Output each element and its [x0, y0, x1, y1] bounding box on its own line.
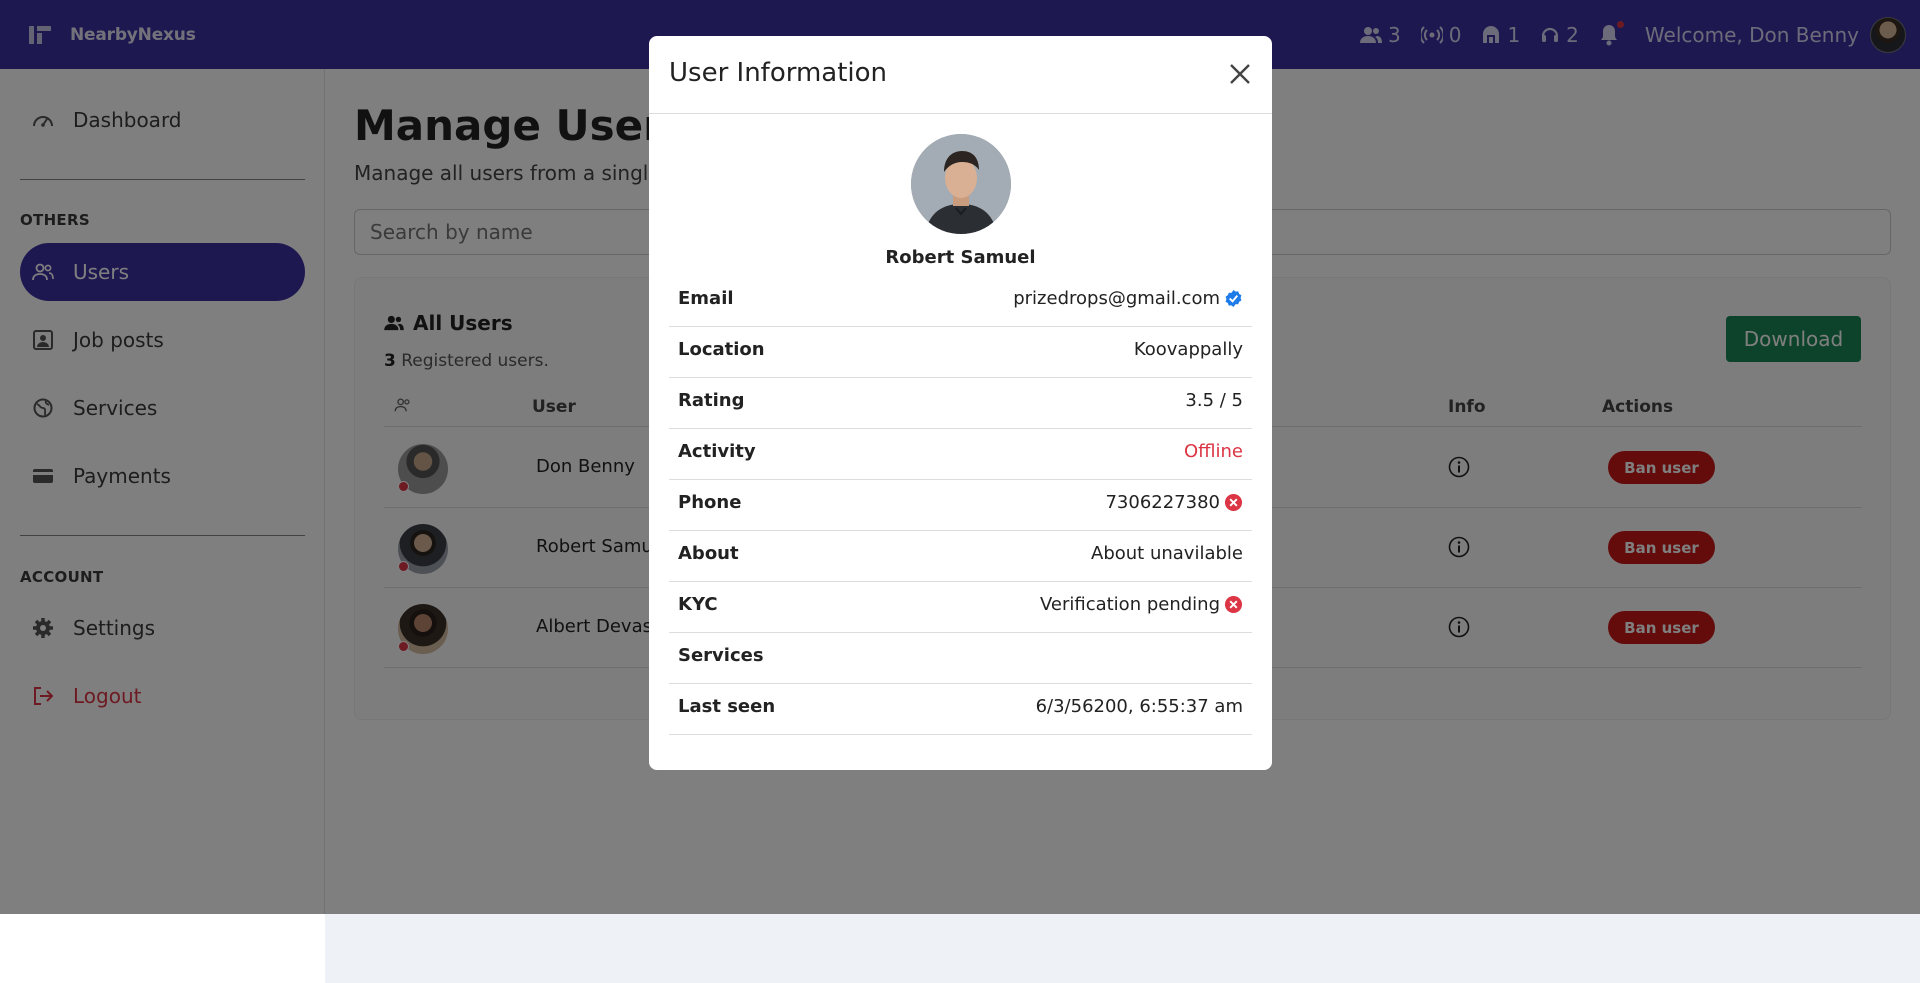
detail-row-about: About About unavilable — [669, 531, 1252, 582]
status-badge: Offline — [1183, 441, 1243, 462]
detail-label: Activity — [678, 441, 756, 462]
avatar — [911, 134, 1011, 234]
verified-icon — [1224, 289, 1243, 308]
modal-header: User Information — [649, 36, 1272, 114]
detail-value: 3.5 / 5 — [1185, 390, 1243, 411]
detail-value: 7306227380 — [1105, 492, 1243, 513]
detail-label: Services — [678, 645, 764, 666]
user-details: Email prizedrops@gmail.com Location Koov… — [669, 276, 1252, 735]
detail-value: prizedrops@gmail.com — [1013, 288, 1243, 309]
detail-row-services: Services — [669, 633, 1252, 684]
user-info-modal: User Information Robert Samuel Email pri… — [649, 36, 1272, 770]
detail-row-location: Location Koovappally — [669, 327, 1252, 378]
modal-title: User Information — [669, 58, 888, 88]
footer-band — [325, 914, 1920, 983]
user-name: Robert Samuel — [885, 247, 1036, 268]
detail-label: Email — [678, 288, 734, 309]
detail-label: Rating — [678, 390, 745, 411]
detail-label: KYC — [678, 594, 718, 615]
detail-label: Last seen — [678, 696, 776, 717]
close-icon — [1230, 64, 1250, 84]
phone-value: 7306227380 — [1105, 492, 1220, 513]
detail-value: Verification pending — [1040, 594, 1243, 615]
detail-row-last-seen: Last seen 6/3/56200, 6:55:37 am — [669, 684, 1252, 735]
detail-row-rating: Rating 3.5 / 5 — [669, 378, 1252, 429]
x-circle-icon — [1224, 595, 1243, 614]
close-button[interactable] — [1228, 62, 1254, 88]
detail-label: Phone — [678, 492, 742, 513]
detail-label: About — [678, 543, 739, 564]
email-value: prizedrops@gmail.com — [1013, 288, 1220, 309]
detail-row-kyc: KYC Verification pending — [669, 582, 1252, 633]
detail-label: Location — [678, 339, 765, 360]
detail-row-email: Email prizedrops@gmail.com — [669, 276, 1252, 327]
detail-value: Koovappally — [1133, 339, 1243, 360]
detail-row-phone: Phone 7306227380 — [669, 480, 1252, 531]
x-circle-icon — [1224, 493, 1243, 512]
detail-row-activity: Activity Offline — [669, 429, 1252, 480]
detail-value: About unavilable — [1091, 543, 1243, 564]
detail-value: 6/3/56200, 6:55:37 am — [1035, 696, 1243, 717]
kyc-value: Verification pending — [1039, 594, 1220, 615]
